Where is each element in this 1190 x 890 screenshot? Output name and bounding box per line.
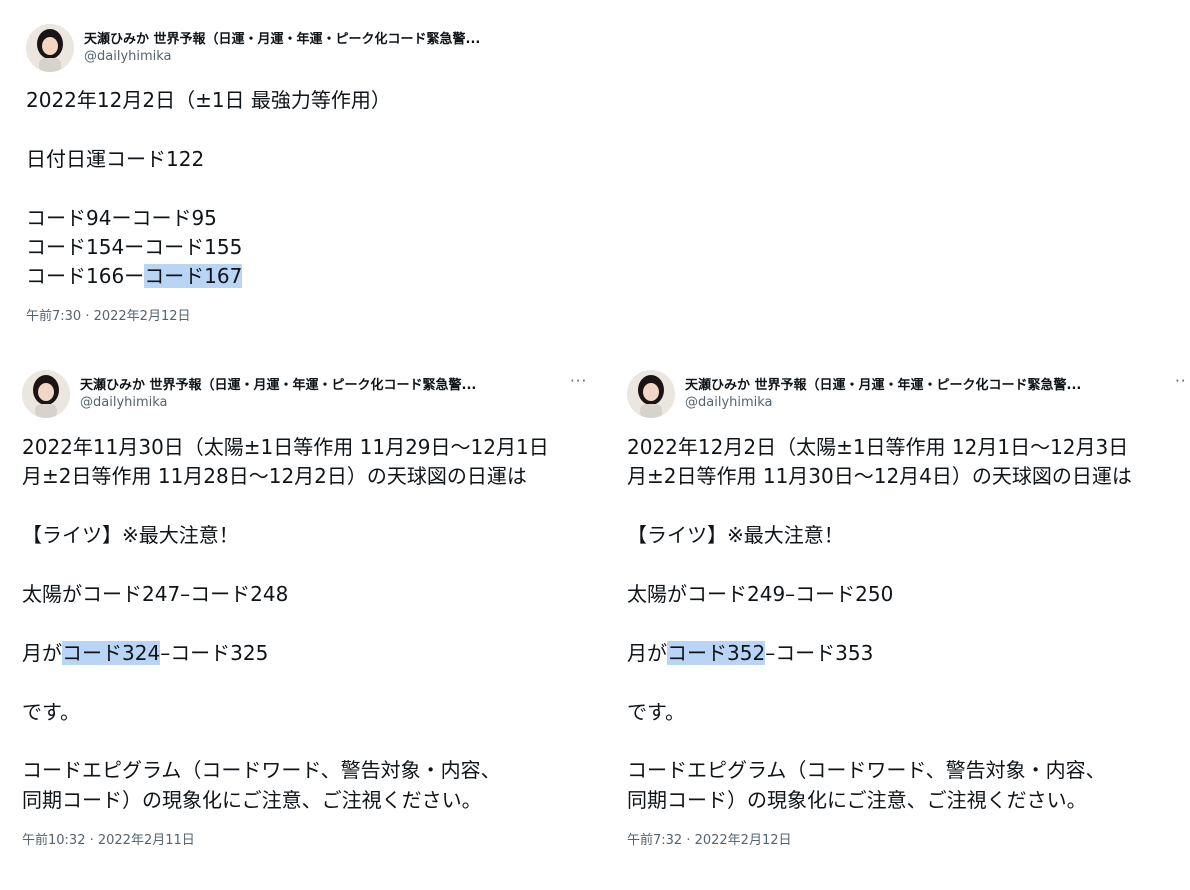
- tweet-text: 2022年11月30日（太陽±1日等作用 11月29日〜12月1日 月±2日等作…: [22, 433, 590, 815]
- timestamp[interactable]: 午前7:32 · 2022年2月12日: [627, 829, 1190, 848]
- text-line: 2022年12月2日（±1日 最強力等作用）: [26, 88, 391, 112]
- text-line: 2022年11月30日（太陽±1日等作用 11月29日〜12月1日: [22, 435, 549, 459]
- text-span: –コード353: [765, 640, 874, 665]
- author-handle[interactable]: @dailyhimika: [685, 395, 773, 410]
- avatar[interactable]: [627, 370, 675, 418]
- timestamp[interactable]: 午前10:32 · 2022年2月11日: [22, 829, 590, 848]
- tweet-2: 天瀬ひみか 世界予報（日運・月運・年運・ピーク化コード緊急警... @daily…: [22, 370, 590, 848]
- text-line: 月がコード352–コード353: [627, 639, 1190, 668]
- tweet-header: 天瀬ひみか 世界予報（日運・月運・年運・ピーク化コード緊急警... @daily…: [26, 24, 586, 74]
- timestamp[interactable]: 午前7:30 · 2022年2月12日: [26, 305, 586, 324]
- text-line: 月±2日等作用 11月28日〜12月2日）の天球図の日運は: [22, 464, 527, 489]
- tweet-header: 天瀬ひみか 世界予報（日運・月運・年運・ピーク化コード緊急警... @daily…: [22, 370, 590, 420]
- selected-text: コード324: [62, 640, 161, 665]
- text-line: 月がコード324–コード325: [22, 639, 590, 668]
- tweet-text: 2022年12月2日（±1日 最強力等作用） 日付日運コード122 コード94ー…: [26, 86, 586, 292]
- avatar[interactable]: [22, 370, 70, 418]
- text-line: コードエピグラム（コードワード、警告対象・内容、: [22, 758, 501, 783]
- avatar[interactable]: [26, 24, 74, 72]
- text-line: 2022年12月2日（太陽±1日等作用 12月1日〜12月3日: [627, 435, 1129, 459]
- author-name[interactable]: 天瀬ひみか 世界予報（日運・月運・年運・ピーク化コード緊急警...: [84, 28, 584, 47]
- text-line: 太陽がコード249–コード250: [627, 581, 894, 606]
- text-line: コード154ーコード155: [26, 234, 243, 259]
- tweet-header: 天瀬ひみか 世界予報（日運・月運・年運・ピーク化コード緊急警... @daily…: [627, 370, 1190, 420]
- text-line: です。: [22, 699, 80, 724]
- author-handle[interactable]: @dailyhimika: [84, 49, 172, 64]
- selected-text: コード352: [667, 640, 766, 665]
- text-line: 月±2日等作用 11月30日〜12月4日）の天球図の日運は: [627, 464, 1132, 489]
- text-line: コード94ーコード95: [26, 205, 217, 230]
- text-line: です。: [627, 699, 685, 724]
- text-line: 太陽がコード247–コード248: [22, 581, 289, 606]
- tweet-1: 天瀬ひみか 世界予報（日運・月運・年運・ピーク化コード緊急警... @daily…: [26, 24, 586, 324]
- text-line: 同期コード）の現象化にご注意、ご注視ください。: [627, 787, 1087, 812]
- text-span: コード166ー: [26, 264, 145, 289]
- text-line: コード166ーコード167: [26, 262, 586, 291]
- more-options-icon[interactable]: ··: [1175, 372, 1187, 390]
- more-options-icon[interactable]: ···: [570, 372, 587, 390]
- text-line: 【ライツ】※最大注意！: [627, 523, 844, 548]
- author-name[interactable]: 天瀬ひみか 世界予報（日運・月運・年運・ピーク化コード緊急警...: [685, 374, 1155, 393]
- text-line: 【ライツ】※最大注意！: [22, 523, 239, 548]
- tweet-3: 天瀬ひみか 世界予報（日運・月運・年運・ピーク化コード緊急警... @daily…: [627, 370, 1190, 848]
- author-handle[interactable]: @dailyhimika: [80, 395, 168, 410]
- selected-text: コード167: [144, 264, 243, 289]
- tweet-text: 2022年12月2日（太陽±1日等作用 12月1日〜12月3日 月±2日等作用 …: [627, 433, 1190, 815]
- text-line: 日付日運コード122: [26, 146, 205, 171]
- text-line: コードエピグラム（コードワード、警告対象・内容、: [627, 758, 1106, 783]
- text-span: 月が: [627, 640, 667, 665]
- text-span: 月が: [22, 640, 62, 665]
- text-line: 同期コード）の現象化にご注意、ご注視ください。: [22, 787, 482, 812]
- author-name[interactable]: 天瀬ひみか 世界予報（日運・月運・年運・ピーク化コード緊急警...: [80, 374, 550, 393]
- text-span: –コード325: [160, 640, 269, 665]
